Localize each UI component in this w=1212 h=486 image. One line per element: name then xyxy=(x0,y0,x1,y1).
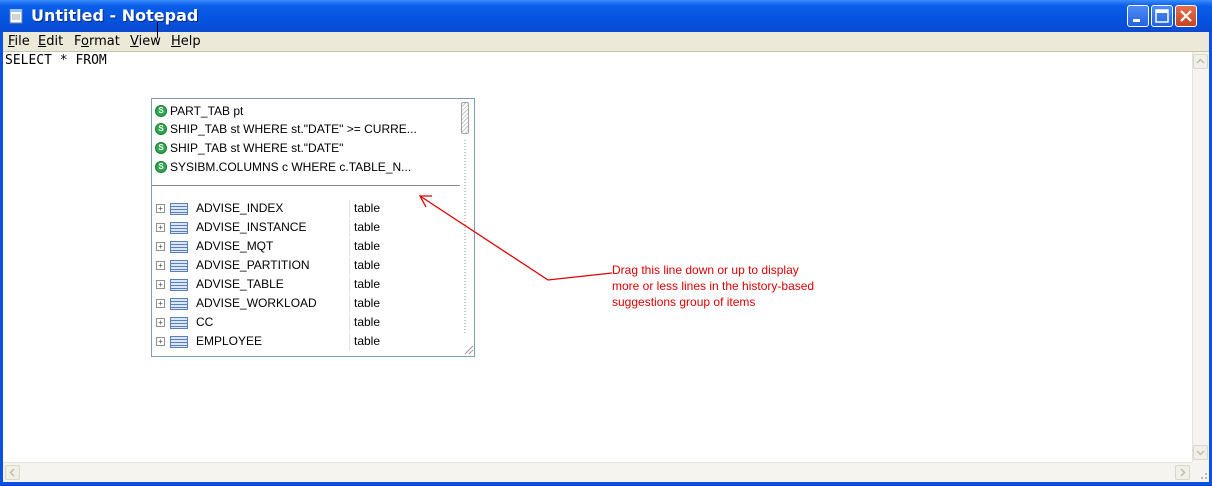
table-icon xyxy=(170,317,188,329)
popup-scrollbar[interactable] xyxy=(460,100,472,340)
chevron-down-icon xyxy=(1196,450,1205,456)
history-separator-handle[interactable] xyxy=(152,185,462,186)
table-icon xyxy=(170,298,188,310)
history-icon: S xyxy=(155,142,167,154)
expand-icon[interactable]: + xyxy=(156,223,165,232)
menu-edit[interactable]: Edit xyxy=(38,34,63,49)
vertical-scrollbar[interactable] xyxy=(1192,52,1209,462)
table-icon xyxy=(170,241,188,253)
expand-icon[interactable]: + xyxy=(156,299,165,308)
minimize-button[interactable] xyxy=(1127,5,1149,27)
close-button[interactable] xyxy=(1175,5,1197,27)
table-icon xyxy=(170,222,188,234)
menu-help[interactable]: Help xyxy=(171,34,201,49)
table-icon xyxy=(170,279,188,291)
chevron-right-icon xyxy=(1180,468,1186,477)
title-bar[interactable]: Untitled - Notepad xyxy=(0,0,1212,32)
window-title: Untitled - Notepad xyxy=(31,6,199,25)
expand-icon[interactable]: + xyxy=(156,242,165,251)
notepad-window: Untitled - Notepad File Edit Format View… xyxy=(0,0,1212,485)
expand-icon[interactable]: + xyxy=(156,337,165,346)
expand-icon[interactable]: + xyxy=(156,204,165,213)
chevron-up-icon xyxy=(1196,58,1205,64)
expand-icon[interactable]: + xyxy=(156,261,165,270)
table-icon xyxy=(170,336,188,348)
popup-scroll-thumb[interactable] xyxy=(461,102,469,134)
text-caret xyxy=(157,22,158,38)
scroll-left-button[interactable] xyxy=(5,465,20,480)
maximize-icon xyxy=(1155,9,1169,23)
table-icon xyxy=(170,203,188,215)
size-grip[interactable] xyxy=(1192,462,1209,482)
autocomplete-popup: S PART_TAB pt S SHIP_TAB st WHERE st."DA… xyxy=(151,98,475,357)
resize-grip-icon xyxy=(1201,473,1207,479)
maximize-button[interactable] xyxy=(1151,5,1173,27)
close-icon xyxy=(1180,10,1192,22)
menu-bar: File Edit Format View Help xyxy=(3,32,1209,52)
chevron-left-icon xyxy=(9,468,15,477)
notepad-icon xyxy=(9,9,23,24)
popup-resize-grip-icon[interactable] xyxy=(462,343,474,355)
scroll-right-button[interactable] xyxy=(1175,465,1190,480)
editor-content: SELECT * FROM xyxy=(5,53,115,68)
history-icon: S xyxy=(155,123,167,135)
annotation-note: Drag this line down or up to display mor… xyxy=(612,263,815,309)
expand-icon[interactable]: + xyxy=(156,318,165,327)
menu-format[interactable]: Format xyxy=(74,34,120,49)
history-icon: S xyxy=(155,161,167,173)
table-icon xyxy=(170,260,188,272)
history-icon: S xyxy=(155,105,167,117)
expand-icon[interactable]: + xyxy=(156,280,165,289)
scroll-up-button[interactable] xyxy=(1193,54,1208,69)
horizontal-scrollbar[interactable] xyxy=(3,462,1192,482)
menu-file[interactable]: File xyxy=(8,34,30,49)
minimize-icon xyxy=(1133,19,1140,22)
scroll-down-button[interactable] xyxy=(1193,445,1208,460)
